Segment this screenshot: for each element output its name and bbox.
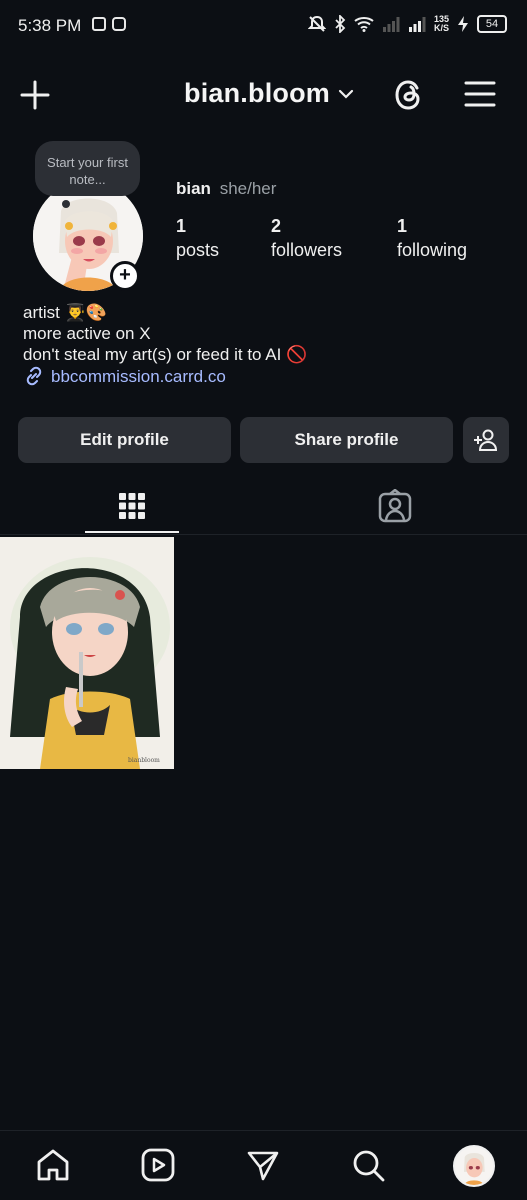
- plus-icon[interactable]: [20, 80, 50, 110]
- stat-label: following: [397, 240, 468, 260]
- direct-icon: [247, 1151, 279, 1181]
- add-user-icon: [474, 429, 498, 451]
- status-right: 135 K/S 54: [307, 15, 507, 33]
- battery-level: 54: [477, 15, 507, 33]
- edit-profile-button[interactable]: Edit profile: [18, 417, 231, 463]
- charging-icon: [458, 16, 468, 32]
- signal-icon: [382, 17, 400, 32]
- display-name: bian: [176, 179, 211, 198]
- stat-label: posts: [176, 240, 220, 260]
- tab-tagged[interactable]: [348, 478, 442, 534]
- discover-people-button[interactable]: [463, 417, 509, 463]
- news-icon: [92, 17, 106, 31]
- nav-home[interactable]: [35, 1147, 71, 1183]
- net-speed: 135 K/S: [434, 15, 449, 33]
- reels-icon: [141, 1148, 175, 1182]
- note-bubble[interactable]: Start your first note...: [35, 141, 140, 196]
- mute-icon: [307, 15, 326, 32]
- post-thumbnail[interactable]: bianbloom: [0, 537, 174, 769]
- bio-link-text: bbcommission.carrd.co: [51, 366, 226, 386]
- nav-profile[interactable]: [452, 1144, 496, 1188]
- tab-divider: [0, 534, 527, 535]
- stat-value: 1: [176, 216, 187, 236]
- status-bar: 5:38 PM 135 K/S 54: [0, 0, 527, 52]
- bio-line: don't steal my art(s) or feed it to AI 🚫: [23, 345, 308, 364]
- nav-search[interactable]: [350, 1147, 386, 1183]
- profile-header: bian.bloom: [0, 68, 527, 124]
- bio-link[interactable]: bbcommission.carrd.co: [23, 365, 307, 387]
- bottom-navigation: [0, 1130, 527, 1200]
- stat-posts[interactable]: 1 posts: [176, 214, 219, 262]
- net-speed-unit: K/S: [433, 23, 449, 33]
- artwork-signature: bianbloom: [128, 757, 160, 764]
- bio-line: artist 👨‍🎓🎨: [23, 303, 107, 322]
- instagram-icon: [112, 17, 126, 31]
- status-time: 5:38 PM: [18, 16, 82, 35]
- bio: artist 👨‍🎓🎨 more active on X don't steal…: [23, 302, 307, 387]
- nav-reels[interactable]: [140, 1147, 176, 1183]
- status-left-icons: [92, 17, 126, 31]
- grid-icon: [119, 493, 145, 519]
- search-icon: [353, 1150, 385, 1182]
- menu-icon[interactable]: [464, 80, 496, 108]
- tagged-icon: [378, 489, 412, 523]
- home-icon: [37, 1149, 69, 1181]
- add-story-button[interactable]: +: [110, 261, 140, 291]
- stat-label: followers: [271, 240, 343, 260]
- link-icon: [26, 366, 42, 386]
- stat-value: 1: [397, 216, 408, 236]
- profile-avatar: [453, 1145, 495, 1187]
- stat-following[interactable]: 1 following: [397, 214, 467, 262]
- stat-followers[interactable]: 2 followers: [271, 214, 342, 262]
- profile-page: 5:38 PM 135 K/S 54 bian.bloom Start your…: [0, 0, 527, 1200]
- username: bian.bloom: [184, 78, 330, 108]
- signal-icon-2: [408, 17, 426, 32]
- active-tab-indicator: [85, 531, 179, 533]
- bio-line: more active on X: [23, 324, 151, 343]
- threads-icon[interactable]: [393, 78, 425, 112]
- name-line: bian she/her: [176, 179, 276, 199]
- tab-posts-grid[interactable]: [85, 478, 179, 534]
- stat-value: 2: [271, 216, 282, 236]
- pronouns: she/her: [219, 179, 277, 198]
- nav-direct[interactable]: [245, 1147, 281, 1183]
- share-profile-button[interactable]: Share profile: [240, 417, 453, 463]
- account-switcher[interactable]: bian.bloom: [184, 78, 354, 109]
- wifi-icon: [354, 17, 374, 32]
- note-bubble-tail: [62, 200, 70, 208]
- bluetooth-icon: [335, 15, 346, 33]
- chevron-down-icon: [338, 89, 354, 99]
